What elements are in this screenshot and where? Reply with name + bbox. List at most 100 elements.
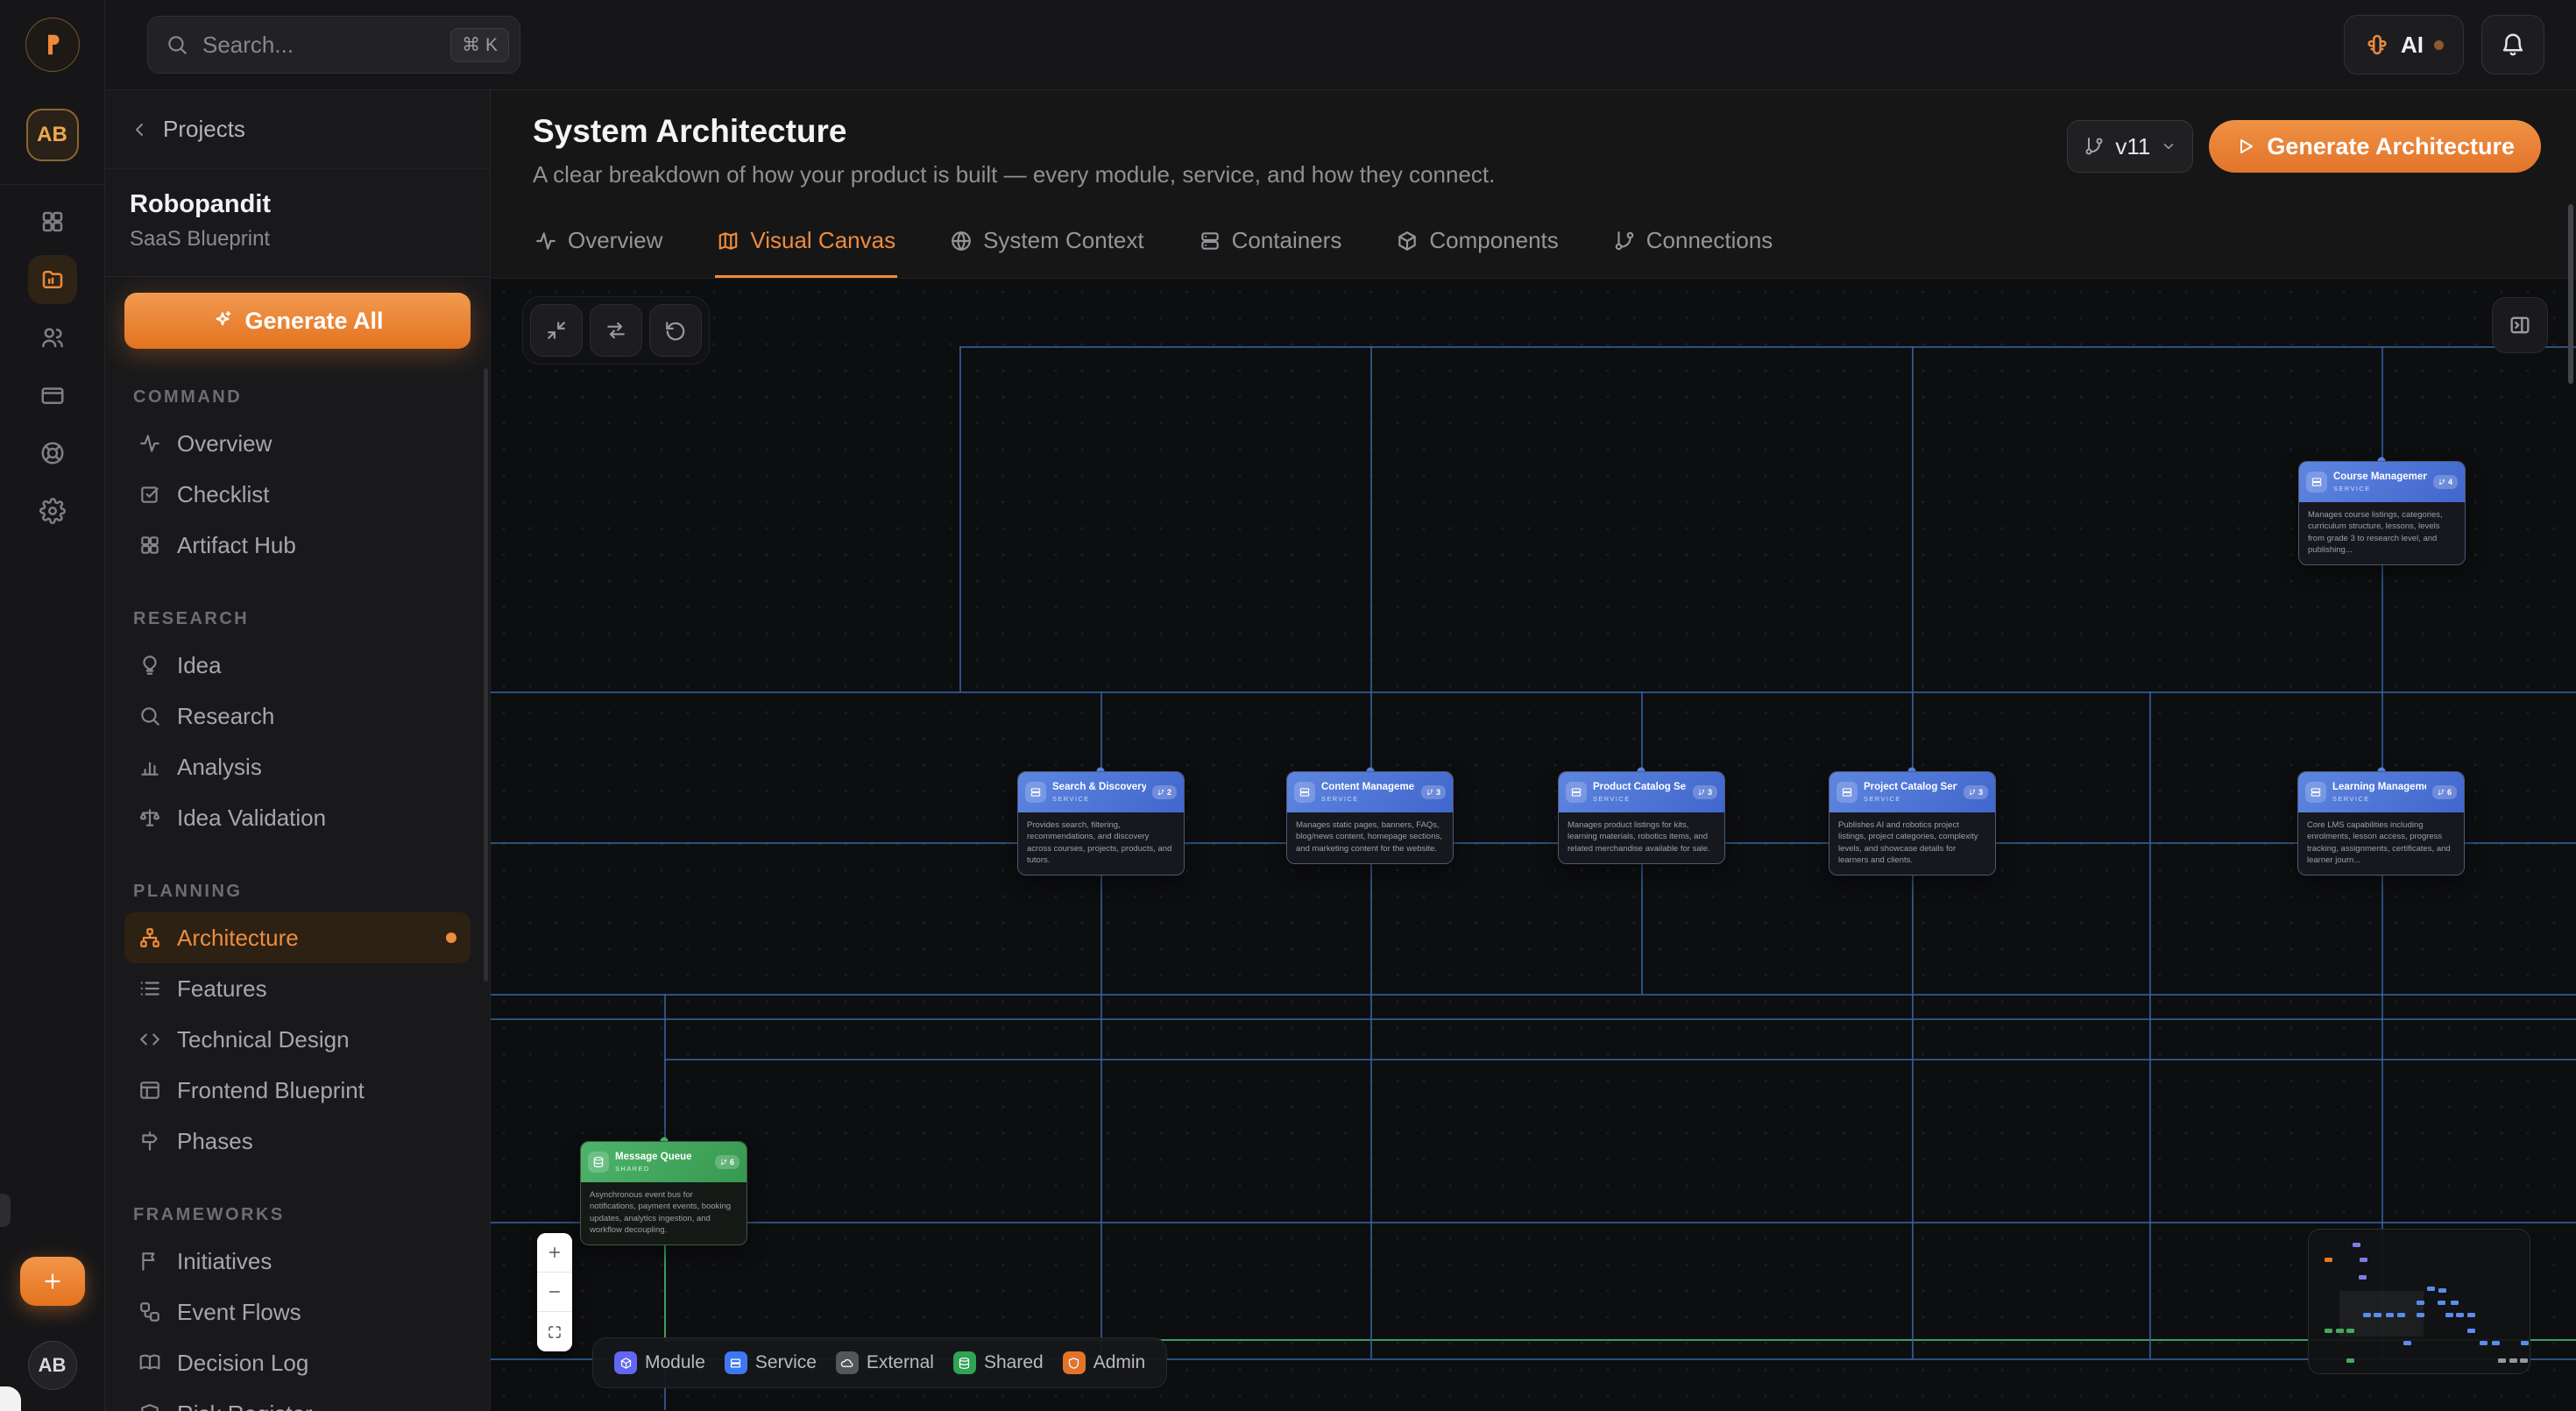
node-title: Search & Discovery Ser... — [1052, 782, 1146, 792]
sidebar-collapse-handle[interactable] — [0, 1194, 11, 1227]
zoom-controls — [537, 1233, 572, 1351]
fit-screen-button[interactable] — [537, 1312, 572, 1351]
sidebar-item-checklist[interactable]: Checklist — [124, 469, 471, 520]
layout-icon — [138, 1079, 161, 1102]
node-type: SERVICE — [1052, 795, 1146, 803]
rail-item-projects[interactable] — [28, 255, 77, 304]
canvas-node-message-queue[interactable]: Message Queue SHARED 6 Asynchronous even… — [580, 1141, 747, 1245]
visual-canvas[interactable]: Course Management Se... SERVICE 4 Manage… — [491, 279, 2576, 1411]
connector-line — [664, 994, 666, 1141]
server-icon — [725, 1351, 747, 1374]
sidebar-item-label: Event Flows — [177, 1299, 301, 1326]
generate-architecture-button[interactable]: Generate Architecture — [2209, 120, 2541, 173]
global-search[interactable]: ⌘ K — [147, 16, 520, 74]
sidebar-item-label: Idea Validation — [177, 805, 326, 832]
maximize-icon — [547, 1324, 563, 1340]
check-square-icon — [138, 483, 161, 506]
shield-icon — [1063, 1351, 1086, 1374]
canvas-node-search-discovery[interactable]: Search & Discovery Ser... SERVICE 2 Prov… — [1017, 771, 1185, 876]
sidebar: Projects Robopandit SaaS Blueprint Gener… — [105, 90, 491, 1411]
sidebar-item-overview[interactable]: Overview — [124, 418, 471, 469]
tab-connections[interactable]: Connections — [1611, 211, 1775, 278]
legend-label: Shared — [984, 1352, 1044, 1373]
legend-item-admin: Admin — [1063, 1351, 1146, 1374]
sidebar-scrollbar[interactable] — [484, 368, 488, 982]
app-logo[interactable] — [25, 18, 80, 72]
version-dropdown[interactable]: v11 — [2067, 120, 2193, 173]
sidebar-item-artifact-hub[interactable]: Artifact Hub — [124, 520, 471, 571]
sidebar-item-idea[interactable]: Idea — [124, 640, 471, 691]
workflow-icon — [138, 1301, 161, 1323]
canvas-node-learning-management[interactable]: Learning Management ... SERVICE 6 Core L… — [2297, 771, 2465, 876]
rail-item-dashboard[interactable] — [28, 197, 77, 246]
tab-containers[interactable]: Containers — [1197, 211, 1344, 278]
sidebar-item-label: Features — [177, 975, 267, 1003]
icon-rail: AB AB — [0, 0, 105, 1411]
create-new-button[interactable] — [20, 1257, 85, 1306]
page-subtitle: A clear breakdown of how your product is… — [533, 161, 2067, 188]
rail-item-support[interactable] — [28, 429, 77, 478]
content-scrollbar[interactable] — [2568, 204, 2573, 384]
sidebar-item-risk-register[interactable]: Risk Register — [124, 1388, 471, 1411]
server-icon — [1836, 782, 1858, 803]
sidebar-item-phases[interactable]: Phases — [124, 1116, 471, 1166]
node-description: Manages course listings, categories, cur… — [2299, 502, 2465, 564]
ai-assistant-button[interactable]: AI — [2344, 15, 2464, 74]
shrink-icon — [545, 319, 568, 342]
node-header: Message Queue SHARED 6 — [581, 1142, 747, 1182]
canvas-node-project-catalog[interactable]: Project Catalog Service SERVICE 3 Publis… — [1829, 771, 1996, 876]
minimap-node — [2325, 1258, 2332, 1262]
minimap-node — [2467, 1313, 2475, 1317]
tab-system-context[interactable]: System Context — [948, 211, 1146, 278]
search-input[interactable] — [201, 31, 438, 60]
toggle-direction-button[interactable] — [590, 304, 642, 357]
plus-icon — [41, 1270, 64, 1293]
rail-item-settings[interactable] — [28, 486, 77, 535]
sidebar-item-event-flows[interactable]: Event Flows — [124, 1287, 471, 1337]
user-avatar[interactable]: AB — [28, 1341, 77, 1390]
arrows-lr-icon — [605, 319, 627, 342]
code-icon — [138, 1028, 161, 1051]
search-shortcut-badge: ⌘ K — [450, 28, 509, 62]
hierarchy-icon — [138, 926, 161, 949]
sidebar-item-research[interactable]: Research — [124, 691, 471, 741]
sidebar-item-technical-design[interactable]: Technical Design — [124, 1014, 471, 1065]
tab-overview[interactable]: Overview — [533, 211, 664, 278]
sidebar-item-architecture[interactable]: Architecture — [124, 912, 471, 963]
open-panel-button[interactable] — [2492, 297, 2548, 353]
back-to-projects[interactable]: Projects — [105, 90, 490, 169]
node-title: Learning Management ... — [2332, 782, 2426, 792]
minimap[interactable] — [2308, 1229, 2530, 1374]
node-connection-badge: 3 — [1964, 785, 1988, 799]
notifications-button[interactable] — [2481, 15, 2544, 74]
sidebar-item-frontend-blueprint[interactable]: Frontend Blueprint — [124, 1065, 471, 1116]
connector-line — [491, 1018, 2576, 1020]
sidebar-item-features[interactable]: Features — [124, 963, 471, 1014]
reset-layout-button[interactable] — [649, 304, 702, 357]
sidebar-item-analysis[interactable]: Analysis — [124, 741, 471, 792]
legend-item-shared: Shared — [953, 1351, 1044, 1374]
sidebar-item-decision-log[interactable]: Decision Log — [124, 1337, 471, 1388]
workspace-avatar[interactable]: AB — [26, 109, 79, 161]
sidebar-item-initiatives[interactable]: Initiatives — [124, 1236, 471, 1287]
canvas-node-course-management[interactable]: Course Management Se... SERVICE 4 Manage… — [2298, 461, 2466, 565]
minimap-node — [2480, 1341, 2488, 1345]
rail-item-billing[interactable] — [28, 371, 77, 420]
zoom-in-button[interactable] — [537, 1233, 572, 1273]
topbar: ⌘ K AI — [105, 0, 2576, 90]
database-icon — [953, 1351, 976, 1374]
users-icon — [39, 324, 66, 351]
tab-components[interactable]: Components — [1394, 211, 1560, 278]
zoom-out-button[interactable] — [537, 1273, 572, 1312]
database-icon — [588, 1152, 609, 1173]
generate-all-button[interactable]: Generate All — [124, 293, 471, 349]
fit-view-button[interactable] — [530, 304, 583, 357]
canvas-node-content-management[interactable]: Content Management S... SERVICE 3 Manage… — [1286, 771, 1454, 864]
tab-visual-canvas[interactable]: Visual Canvas — [715, 211, 897, 278]
rail-item-team[interactable] — [28, 313, 77, 362]
ai-label: AI — [2401, 32, 2424, 59]
sidebar-item-label: Artifact Hub — [177, 532, 296, 559]
canvas-node-product-catalog[interactable]: Product Catalog Service SERVICE 3 Manage… — [1558, 771, 1725, 864]
sidebar-item-idea-validation[interactable]: Idea Validation — [124, 792, 471, 843]
tab-label: Connections — [1646, 227, 1773, 254]
